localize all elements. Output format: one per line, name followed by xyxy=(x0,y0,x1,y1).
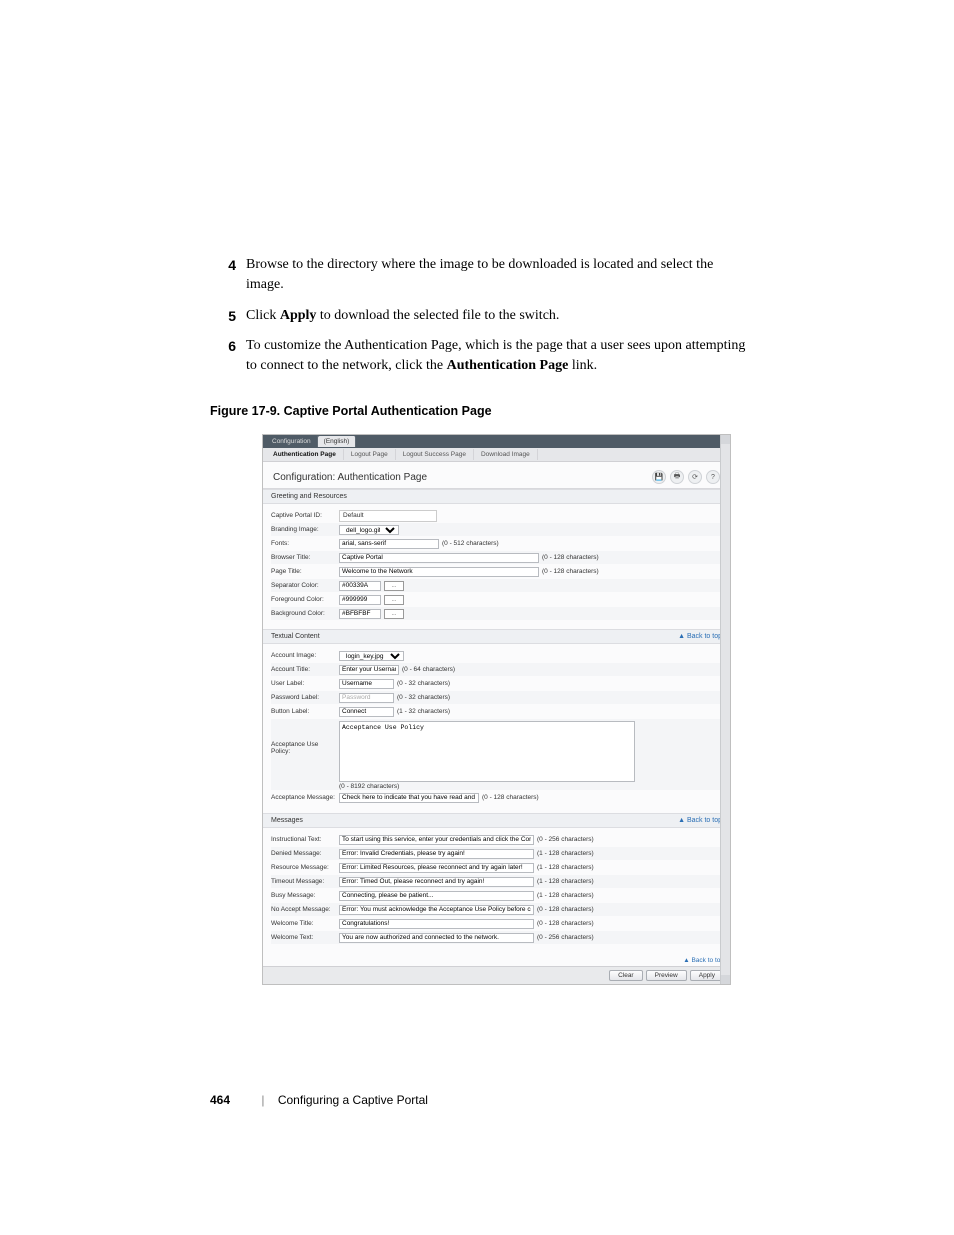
label-captive-id: Captive Portal ID: xyxy=(271,512,339,519)
label-account-title: Account Title: xyxy=(271,666,339,673)
tab-row-secondary: Authentication Page Logout Page Logout S… xyxy=(263,448,730,462)
label-sep-color: Separator Color: xyxy=(271,582,339,589)
account-title-input[interactable] xyxy=(339,665,399,675)
section-messages: Messages ▲ Back to top xyxy=(263,813,730,828)
section-greeting: Greeting and Resources xyxy=(263,489,730,504)
fonts-input[interactable] xyxy=(339,539,439,549)
color-picker-button[interactable]: ... xyxy=(384,581,404,591)
tab-row-primary: Configuration (English) xyxy=(263,435,730,448)
noaccept-input[interactable] xyxy=(339,905,534,915)
policy-textarea[interactable]: Acceptance Use Policy xyxy=(339,721,635,782)
step-4: 4 Browse to the directory where the imag… xyxy=(210,255,750,296)
back-to-top-link[interactable]: ▲ Back to top xyxy=(678,817,722,824)
label-password-label: Password Label: xyxy=(271,694,339,701)
label-welcome-title: Welcome Title: xyxy=(271,920,339,927)
branding-select[interactable]: dell_logo.gif xyxy=(339,525,399,535)
label-user-label: User Label: xyxy=(271,680,339,687)
titlebar: Configuration: Authentication Page 💾 🖶 ⟳… xyxy=(263,462,730,489)
step-text: Browse to the directory where the image … xyxy=(246,255,750,296)
step-text: To customize the Authentication Page, wh… xyxy=(246,336,750,377)
tab-english[interactable]: (English) xyxy=(318,436,357,447)
welcome-text-input[interactable] xyxy=(339,933,534,943)
page-title-input[interactable] xyxy=(339,567,539,577)
label-fonts: Fonts: xyxy=(271,540,339,547)
label-timeout: Timeout Message: xyxy=(271,878,339,885)
step-5: 5 Click Apply to download the selected f… xyxy=(210,306,750,326)
accept-msg-input[interactable] xyxy=(339,793,479,803)
section-textual: Textual Content ▲ Back to top xyxy=(263,629,730,644)
sep-color-input[interactable] xyxy=(339,581,381,591)
preview-button[interactable]: Preview xyxy=(646,970,687,981)
label-bg-color: Background Color: xyxy=(271,610,339,617)
button-label-input[interactable] xyxy=(339,707,394,717)
save-icon[interactable]: 💾 xyxy=(652,470,666,484)
label-busy: Busy Message: xyxy=(271,892,339,899)
page-number: 464 xyxy=(210,1093,230,1107)
color-picker-button[interactable]: ... xyxy=(384,609,404,619)
tab-logout-success-page[interactable]: Logout Success Page xyxy=(396,449,474,460)
step-num: 6 xyxy=(210,336,236,377)
button-row: Clear Preview Apply xyxy=(263,966,730,984)
page-footer: 464 | Configuring a Captive Portal xyxy=(210,1093,750,1107)
print-icon[interactable]: 🖶 xyxy=(670,470,684,484)
label-accept-msg: Acceptance Message: xyxy=(271,794,339,801)
tab-configuration[interactable]: Configuration xyxy=(266,436,318,447)
step-text: Click Apply to download the selected fil… xyxy=(246,306,750,326)
clear-button[interactable]: Clear xyxy=(609,970,643,981)
step-num: 4 xyxy=(210,255,236,296)
label-resource: Resource Message: xyxy=(271,864,339,871)
fg-color-input[interactable] xyxy=(339,595,381,605)
footer-section: Configuring a Captive Portal xyxy=(278,1093,428,1107)
refresh-icon[interactable]: ⟳ xyxy=(688,470,702,484)
step-6: 6 To customize the Authentication Page, … xyxy=(210,336,750,377)
busy-input[interactable] xyxy=(339,891,534,901)
resource-input[interactable] xyxy=(339,863,534,873)
label-fg-color: Foreground Color: xyxy=(271,596,339,603)
label-welcome-text: Welcome Text: xyxy=(271,934,339,941)
label-policy: Acceptance Use Policy: xyxy=(271,741,339,755)
value-captive-id: Default xyxy=(339,510,437,522)
label-browser-title: Browser Title: xyxy=(271,554,339,561)
screenshot-panel: Configuration (English) Authentication P… xyxy=(262,434,731,985)
tab-logout-page[interactable]: Logout Page xyxy=(344,449,396,460)
scrollbar[interactable] xyxy=(720,435,730,984)
label-page-title: Page Title: xyxy=(271,568,339,575)
step-num: 5 xyxy=(210,306,236,326)
label-denied: Denied Message: xyxy=(271,850,339,857)
label-branding: Branding Image: xyxy=(271,526,339,533)
account-image-select[interactable]: login_key.jpg xyxy=(339,651,404,661)
user-label-input[interactable] xyxy=(339,679,394,689)
browser-title-input[interactable] xyxy=(339,553,539,563)
instructional-input[interactable] xyxy=(339,835,534,845)
back-to-top-link[interactable]: ▲ Back to top xyxy=(683,957,724,964)
tab-download-image[interactable]: Download Image xyxy=(474,449,538,460)
help-icon[interactable]: ? xyxy=(706,470,720,484)
label-noaccept: No Accept Message: xyxy=(271,906,339,913)
apply-button[interactable]: Apply xyxy=(690,970,724,981)
label-button-label: Button Label: xyxy=(271,708,339,715)
tab-authentication-page[interactable]: Authentication Page xyxy=(266,449,344,460)
denied-input[interactable] xyxy=(339,849,534,859)
page-title: Configuration: Authentication Page xyxy=(273,472,427,483)
timeout-input[interactable] xyxy=(339,877,534,887)
bg-color-input[interactable] xyxy=(339,609,381,619)
figure-caption: Figure 17-9. Captive Portal Authenticati… xyxy=(210,404,750,418)
welcome-title-input[interactable] xyxy=(339,919,534,929)
color-picker-button[interactable]: ... xyxy=(384,595,404,605)
label-instructional: Instructional Text: xyxy=(271,836,339,843)
password-label-input[interactable] xyxy=(339,693,394,703)
label-account-image: Account Image: xyxy=(271,652,339,659)
back-to-top-link[interactable]: ▲ Back to top xyxy=(678,633,722,640)
